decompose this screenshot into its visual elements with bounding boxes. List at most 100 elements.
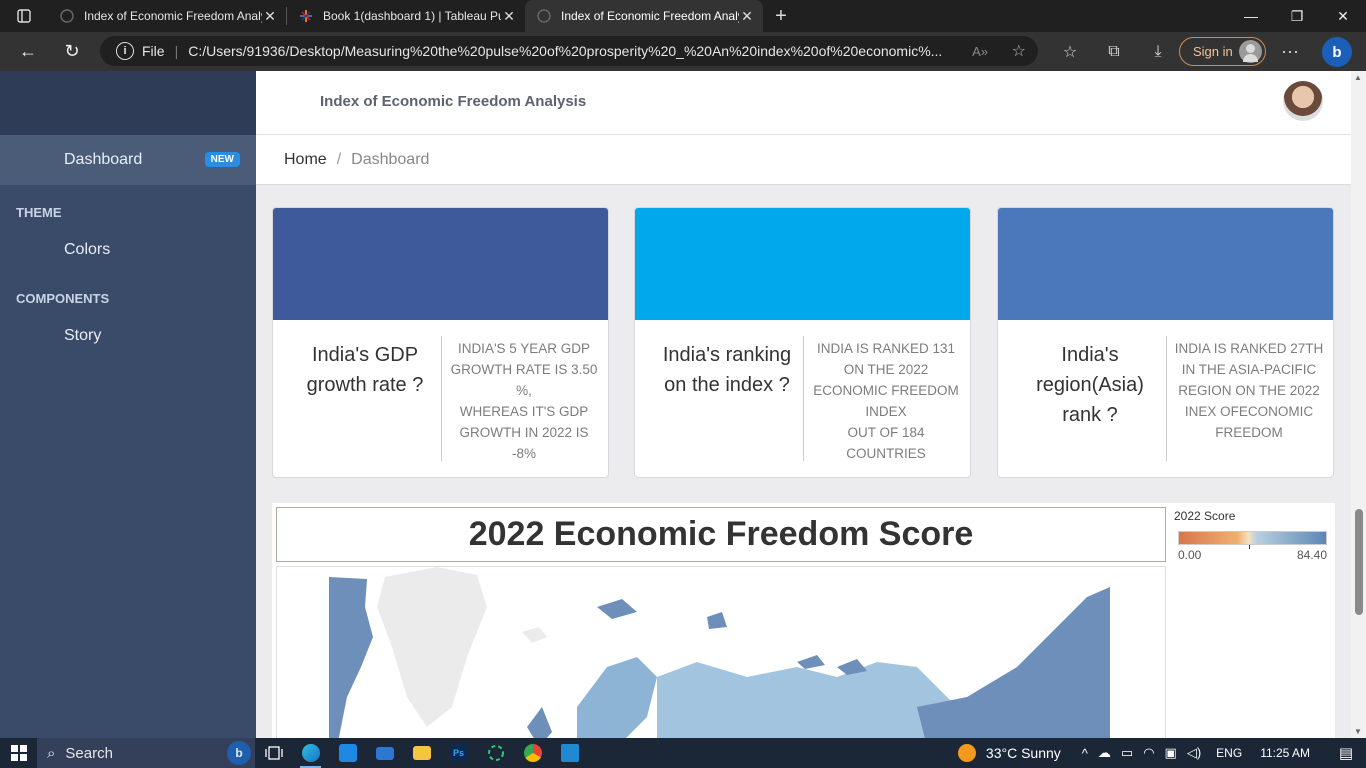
favorites-icon[interactable]: ☆ xyxy=(1048,32,1092,71)
browser-tab-1[interactable]: Index of Economic Freedom Analysis ✕ xyxy=(48,0,286,32)
sidebar-item-label: Colors xyxy=(64,241,111,258)
breadcrumb-current: Dashboard xyxy=(351,150,430,168)
info-icon[interactable]: i xyxy=(116,42,134,60)
card-banner xyxy=(635,208,970,320)
card-divider xyxy=(441,336,442,461)
minimize-icon[interactable]: — xyxy=(1228,0,1274,32)
tab-title: Book 1(dashboard 1) | Tableau Public xyxy=(323,9,501,23)
windows-start-icon[interactable] xyxy=(0,738,37,768)
battery-icon[interactable]: ▭ xyxy=(1121,745,1133,761)
file-explorer-icon[interactable] xyxy=(403,738,440,768)
sidebar-item-dashboard[interactable]: Dashboard NEW xyxy=(0,135,256,185)
region-rank-card: India's region(Asia) rank ? INDIA IS RAN… xyxy=(997,207,1334,478)
uk-shape xyxy=(527,707,552,738)
sidebar-item-colors[interactable]: Colors xyxy=(0,225,256,275)
more-menu-icon[interactable]: ··· xyxy=(1272,32,1308,71)
breadcrumb: Home / Dashboard xyxy=(256,135,1351,185)
browser-tab-strip: Index of Economic Freedom Analysis ✕ Boo… xyxy=(0,0,1366,32)
browser-tab-2[interactable]: Book 1(dashboard 1) | Tableau Public ✕ xyxy=(287,0,525,32)
card-divider xyxy=(803,336,804,461)
close-window-icon[interactable]: ✕ xyxy=(1320,0,1366,32)
edge-app-icon[interactable] xyxy=(292,738,329,768)
clock[interactable]: 11:25 AM xyxy=(1260,746,1310,760)
card-body: India's ranking on the index ? INDIA IS … xyxy=(635,320,970,477)
url-text[interactable]: C:/Users/91936/Desktop/Measuring%20the%2… xyxy=(188,43,968,59)
tableau-favicon-icon xyxy=(299,9,313,23)
windows-taskbar: ⌕ Search b Ps 33°C Sunny ^ ☁ ▭ ◠ ▣ ◁) EN… xyxy=(0,738,1366,768)
tableau-embed[interactable]: 2022 Economic Freedom Score 2022 Score 0… xyxy=(272,503,1335,738)
language-indicator[interactable]: ENG xyxy=(1216,746,1242,760)
card-question: India's ranking on the index ? xyxy=(662,344,792,396)
russia-shape xyxy=(657,662,957,738)
breadcrumb-home-link[interactable]: Home xyxy=(284,151,327,169)
address-bar[interactable]: i File | C:/Users/91936/Desktop/Measurin… xyxy=(100,36,1038,66)
sidebar-item-label: Story xyxy=(64,327,102,344)
task-view-icon[interactable] xyxy=(255,738,292,768)
browser-toolbar: ← ↻ i File | C:/Users/91936/Desktop/Meas… xyxy=(0,32,1366,71)
store-app-icon[interactable] xyxy=(329,738,366,768)
new-tab-icon[interactable]: + xyxy=(763,0,799,32)
bing-copilot-icon[interactable]: b xyxy=(1322,37,1352,67)
tab-actions-icon[interactable] xyxy=(0,0,48,32)
page-header: Index of Economic Freedom Analysis xyxy=(256,71,1351,135)
weather-sun-icon[interactable] xyxy=(957,744,976,762)
page-favicon-icon xyxy=(537,9,551,23)
legend-min: 0.00 xyxy=(1178,548,1202,562)
page-favicon-icon xyxy=(60,9,74,23)
tab-close-icon[interactable]: ✕ xyxy=(262,8,278,25)
card-question: India's GDP growth rate ? xyxy=(306,344,424,396)
show-hidden-icons-icon[interactable]: ^ xyxy=(1082,746,1088,761)
browser-tab-3[interactable]: Index of Economic Freedom Analysis ✕ xyxy=(525,0,763,32)
card-answer: INDIA IS RANKED 131 ON THE 2022 ECONOMIC… xyxy=(813,341,959,461)
sign-in-label: Sign in xyxy=(1193,44,1233,59)
photoshop-app-icon[interactable]: Ps xyxy=(440,738,477,768)
window-controls: — ❐ ✕ xyxy=(1228,0,1366,32)
card-answer: INDIA'S 5 YEAR GDP GROWTH RATE IS 3.50 %… xyxy=(450,341,598,461)
read-aloud-icon[interactable]: A» xyxy=(972,44,988,59)
user-avatar[interactable] xyxy=(1283,81,1323,121)
tab-close-icon[interactable]: ✕ xyxy=(501,8,517,25)
notification-icon[interactable]: ▤ xyxy=(1326,744,1366,762)
tab-close-icon[interactable]: ✕ xyxy=(739,8,755,25)
legend-tick xyxy=(1249,545,1250,549)
canada-shape xyxy=(329,577,373,738)
world-map[interactable] xyxy=(276,566,1166,738)
scroll-down-icon[interactable]: ▼ xyxy=(1354,727,1362,736)
scroll-up-icon[interactable]: ▲ xyxy=(1354,73,1362,82)
taskbar-search[interactable]: ⌕ Search b xyxy=(37,738,255,768)
greenland-shape xyxy=(377,567,487,727)
mail-app-icon[interactable] xyxy=(366,738,403,768)
refresh-icon[interactable]: ↻ xyxy=(50,32,94,71)
arctic-island-shape xyxy=(707,612,727,629)
restore-icon[interactable]: ❐ xyxy=(1274,0,1320,32)
vscode-app-icon[interactable] xyxy=(551,738,588,768)
toolbar-icons: ☆ ⧉ ⤓ xyxy=(1048,32,1180,71)
scrollbar-thumb[interactable] xyxy=(1355,509,1363,615)
downloads-icon[interactable]: ⤓ xyxy=(1136,32,1180,71)
collections-icon[interactable]: ⧉ xyxy=(1092,32,1136,71)
page-scrollbar[interactable]: ▲ ▼ xyxy=(1351,71,1366,738)
legend-title: 2022 Score xyxy=(1174,509,1236,523)
card-body: India's region(Asia) rank ? INDIA IS RAN… xyxy=(998,320,1333,477)
wifi-icon[interactable]: ◠ xyxy=(1143,745,1154,761)
tab-title: Index of Economic Freedom Analysis xyxy=(84,9,262,23)
meet-icon[interactable]: ▣ xyxy=(1165,745,1177,761)
weather-text[interactable]: 33°C Sunny xyxy=(986,745,1061,761)
spinner-app-icon[interactable] xyxy=(477,738,514,768)
chrome-app-icon[interactable] xyxy=(514,738,551,768)
search-placeholder: Search xyxy=(65,744,113,762)
sign-in-button[interactable]: Sign in xyxy=(1179,37,1266,66)
sidebar-section-theme: THEME xyxy=(16,204,62,220)
search-icon: ⌕ xyxy=(47,744,56,762)
color-legend: 2022 Score 0.00 84.40 xyxy=(1174,509,1330,562)
east-russia-shape xyxy=(917,587,1110,738)
add-favorite-icon[interactable]: ☆ xyxy=(1012,41,1026,61)
volume-icon[interactable]: ◁) xyxy=(1187,745,1201,761)
cloud-error-icon[interactable]: ☁ xyxy=(1098,745,1111,761)
sidebar-section-components: COMPONENTS xyxy=(16,290,110,306)
sidebar: Dashboard NEW THEME Colors COMPONENTS St… xyxy=(0,71,256,738)
scheme-label: File xyxy=(142,43,165,59)
bing-search-icon[interactable]: b xyxy=(227,741,251,765)
back-icon[interactable]: ← xyxy=(6,32,50,71)
sidebar-item-story[interactable]: Story xyxy=(0,311,256,361)
